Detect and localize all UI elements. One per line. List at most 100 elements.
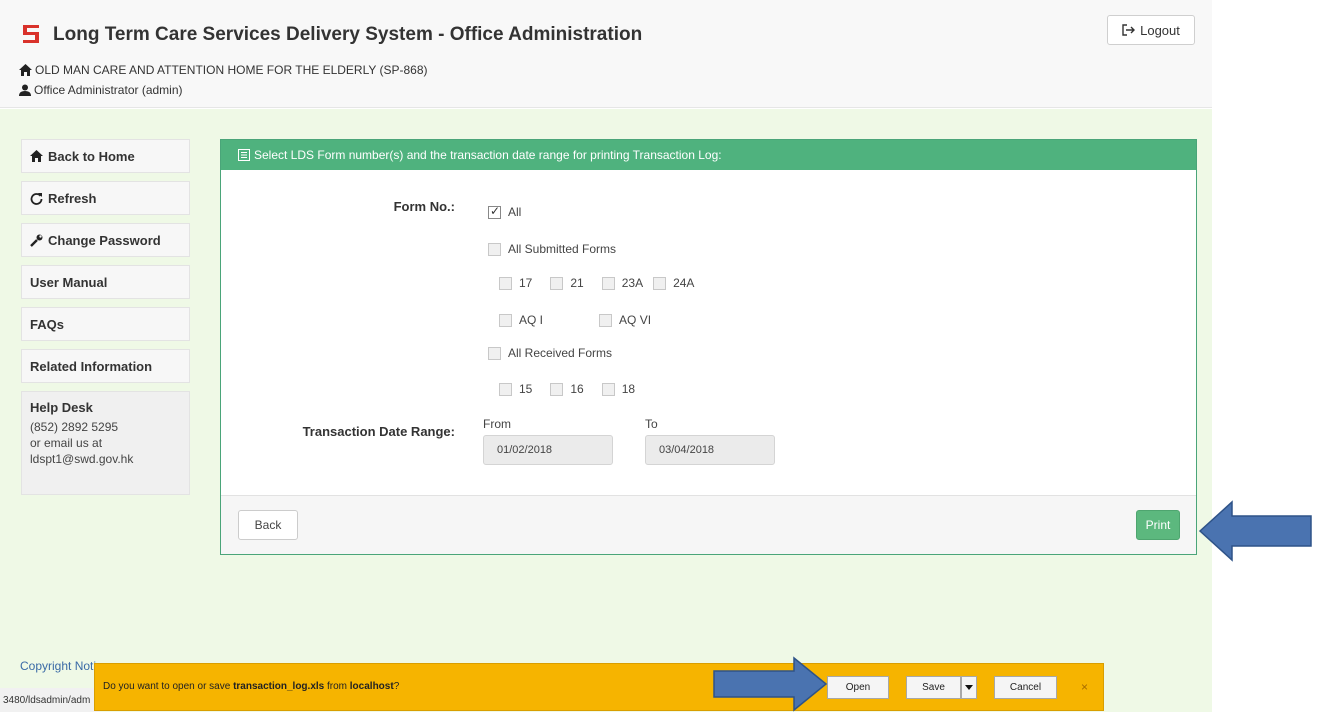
checkbox-form-18-box[interactable] xyxy=(601,382,615,396)
save-button[interactable]: Save xyxy=(906,676,961,699)
sidebar-item-change-password[interactable]: Change Password xyxy=(21,223,190,257)
checkbox-form-15[interactable]: 15 xyxy=(499,382,532,396)
sidebar-item-label: Change Password xyxy=(48,232,161,248)
callout-arrow-left-icon xyxy=(1198,500,1312,562)
sidebar-item-back-to-home[interactable]: Back to Home xyxy=(21,139,190,173)
page-title: Long Term Care Services Delivery System … xyxy=(53,24,643,45)
helpdesk-phone: (852) 2892 5295 xyxy=(30,420,119,434)
date-range-label: Transaction Date Range: xyxy=(302,424,455,439)
panel-header: Select LDS Form number(s) and the transa… xyxy=(221,140,1196,170)
checkbox-form-24a-label: 24A xyxy=(673,276,695,290)
checkbox-form-17-box[interactable] xyxy=(499,276,512,290)
transaction-log-panel: Select LDS Form number(s) and the transa… xyxy=(220,139,1197,555)
checkbox-all-submitted-box[interactable] xyxy=(488,242,501,256)
logout-label: Logout xyxy=(1140,22,1180,38)
checkbox-form-21-box[interactable] xyxy=(550,276,564,290)
checkbox-form-aq-vi-box[interactable] xyxy=(599,313,613,327)
panel-footer: Back Print xyxy=(221,495,1196,554)
download-prompt-prefix: Do you want to open or save xyxy=(103,681,234,692)
swd-logo-icon xyxy=(23,25,39,43)
organization-line: OLD MAN CARE AND ATTENTION HOME FOR THE … xyxy=(19,63,428,77)
panel-heading: Select LDS Form number(s) and the transa… xyxy=(254,148,722,162)
checkbox-all-received-label: All Received Forms xyxy=(508,346,613,360)
checkbox-form-21[interactable]: 21 xyxy=(550,276,584,290)
checkbox-form-15-box[interactable] xyxy=(499,382,512,396)
logout-button[interactable]: Logout xyxy=(1107,15,1195,45)
received-forms-row: 15 16 18 xyxy=(499,382,635,396)
checkbox-form-21-label: 21 xyxy=(570,276,584,290)
checkbox-form-aq-i[interactable]: AQ I xyxy=(499,313,543,327)
sidebar-item-label: Back to Home xyxy=(48,148,135,164)
checkbox-all-received-box[interactable] xyxy=(488,346,501,360)
checkbox-form-23a-box[interactable] xyxy=(601,276,615,290)
checkbox-form-17[interactable]: 17 xyxy=(499,276,532,290)
caret-down-icon xyxy=(965,685,973,690)
home-icon xyxy=(30,150,43,162)
download-prompt-suffix: ? xyxy=(393,681,400,692)
checkbox-form-16[interactable]: 16 xyxy=(550,382,584,396)
checkbox-form-aq-vi[interactable]: AQ VI xyxy=(599,313,651,327)
from-date-input[interactable]: 01/02/2018 xyxy=(483,435,613,465)
user-line: Office Administrator (admin) xyxy=(19,83,183,97)
checkbox-form-24a-box[interactable] xyxy=(653,276,667,290)
sidebar-item-label: Related Information xyxy=(30,358,153,374)
checkbox-form-24a[interactable]: 24A xyxy=(653,276,694,290)
download-file-name: transaction_log.xls xyxy=(233,681,325,692)
submitted-forms-row: 17 21 23A 24A xyxy=(499,276,694,290)
home-icon xyxy=(19,64,32,76)
checkbox-form-17-label: 17 xyxy=(519,276,533,290)
checkbox-form-18[interactable]: 18 xyxy=(601,382,636,396)
list-icon xyxy=(238,149,250,161)
wrench-icon xyxy=(30,234,43,247)
sidebar-item-label: User Manual xyxy=(30,274,108,290)
sidebar-item-refresh[interactable]: Refresh xyxy=(21,181,190,215)
save-dropdown-button[interactable] xyxy=(961,676,977,699)
back-button[interactable]: Back xyxy=(238,510,298,540)
close-icon[interactable]: × xyxy=(1081,680,1088,694)
app-window: Long Term Care Services Delivery System … xyxy=(0,0,1319,712)
open-button[interactable]: Open xyxy=(827,676,889,699)
checkbox-all-submitted[interactable]: All Submitted Forms xyxy=(488,242,616,256)
sidebar: Back to Home Refresh Change Password Use… xyxy=(21,139,190,495)
checkbox-form-16-label: 16 xyxy=(570,382,584,396)
print-button[interactable]: Print xyxy=(1136,510,1180,540)
helpdesk-box: Help Desk (852) 2892 5295 or email us at… xyxy=(21,391,190,495)
panel-body: Form No.: All All Submitted Forms 17 21 … xyxy=(221,170,1196,496)
checkbox-form-23a[interactable]: 23A xyxy=(601,276,644,290)
sidebar-item-related-information[interactable]: Related Information xyxy=(21,349,190,383)
page-header: Long Term Care Services Delivery System … xyxy=(0,0,1212,108)
refresh-icon xyxy=(30,192,43,205)
download-notification-bar: Do you want to open or save transaction_… xyxy=(94,663,1104,711)
checkbox-form-aq-vi-label: AQ VI xyxy=(619,313,652,327)
to-label: To xyxy=(645,417,658,431)
checkbox-all-received[interactable]: All Received Forms xyxy=(488,346,612,360)
form-no-label: Form No.: xyxy=(393,199,455,214)
helpdesk-title: Help Desk xyxy=(30,400,93,415)
checkbox-form-18-label: 18 xyxy=(621,382,636,396)
sidebar-item-label: Refresh xyxy=(48,190,97,206)
callout-arrow-right-icon xyxy=(713,656,828,712)
to-date-input[interactable]: 03/04/2018 xyxy=(645,435,775,465)
logout-icon xyxy=(1122,24,1136,36)
checkbox-form-aq-i-label: AQ I xyxy=(519,313,544,327)
checkbox-form-15-label: 15 xyxy=(519,382,533,396)
checkbox-form-aq-i-box[interactable] xyxy=(499,313,512,327)
content-area: Back to Home Refresh Change Password Use… xyxy=(0,109,1212,712)
organization-name: OLD MAN CARE AND ATTENTION HOME FOR THE … xyxy=(35,63,428,77)
sidebar-item-label: FAQs xyxy=(30,316,64,332)
helpdesk-email[interactable]: ldspt1@swd.gov.hk xyxy=(30,451,181,467)
checkbox-all-submitted-label: All Submitted Forms xyxy=(508,242,617,256)
download-prompt-middle: from xyxy=(324,681,350,692)
checkbox-all[interactable]: All xyxy=(488,204,522,219)
checkbox-all-label: All xyxy=(508,205,522,219)
copyright-link[interactable]: Copyright Noti xyxy=(20,659,96,673)
aq-forms-row: AQ I AQ VI xyxy=(499,313,651,327)
sidebar-item-user-manual[interactable]: User Manual xyxy=(21,265,190,299)
checkbox-form-23a-label: 23A xyxy=(621,276,644,290)
sidebar-item-faqs[interactable]: FAQs xyxy=(21,307,190,341)
cancel-button[interactable]: Cancel xyxy=(994,676,1057,699)
checkbox-form-16-box[interactable] xyxy=(550,382,564,396)
user-icon xyxy=(19,84,31,96)
checkbox-all-box[interactable] xyxy=(488,204,501,219)
download-source: localhost xyxy=(349,681,394,692)
